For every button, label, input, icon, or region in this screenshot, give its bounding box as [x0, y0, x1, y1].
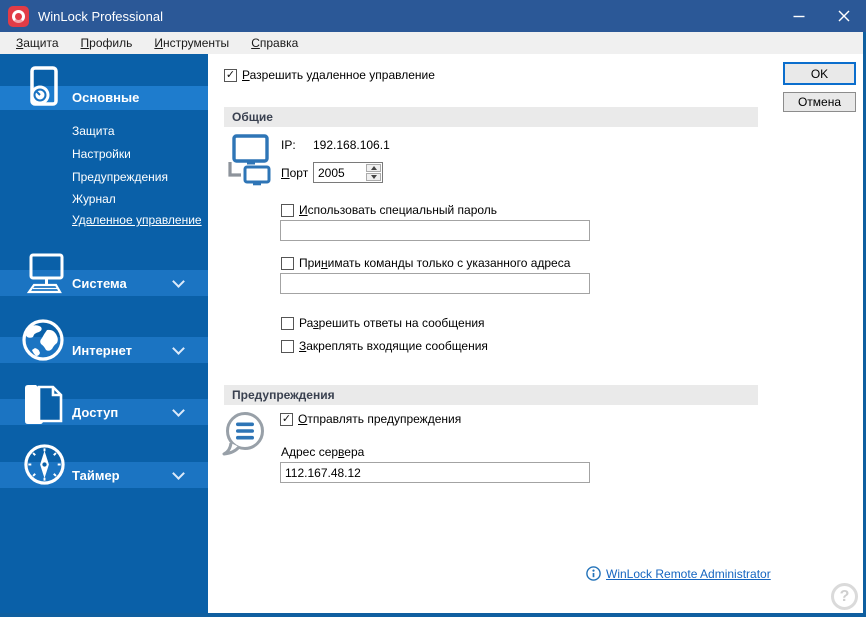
checkbox-box[interactable]	[281, 256, 294, 270]
checkbox-box[interactable]	[281, 339, 294, 353]
special-password-input[interactable]	[280, 220, 590, 241]
network-computers-icon	[228, 134, 271, 186]
speech-bubble-icon	[222, 412, 264, 456]
sidebar-section-system-label: Система	[72, 276, 127, 291]
checkbox-box[interactable]	[280, 412, 293, 426]
sidebar-item-protection[interactable]: Защита	[72, 124, 115, 139]
window-title: WinLock Professional	[38, 8, 163, 24]
send-warnings-checkbox[interactable]: Отправлять предупреждения	[280, 412, 461, 426]
help-icon[interactable]: ?	[831, 583, 858, 610]
remote-control-panel: Разрешить удаленное управление Общие IP:…	[208, 54, 863, 613]
menu-help[interactable]: Справка	[240, 32, 309, 54]
chevron-down-icon	[172, 404, 185, 417]
sidebar-item-warnings[interactable]: Предупреждения	[72, 170, 168, 185]
app-logo-icon	[8, 5, 29, 27]
menubar: Защита Профиль Инструменты Справка	[0, 32, 866, 54]
allow-remote-control-checkbox[interactable]: Разрешить удаленное управление	[224, 68, 435, 82]
folder-document-icon	[25, 385, 63, 424]
chevron-down-icon	[172, 275, 185, 288]
ip-value: 192.168.106.1	[313, 138, 390, 152]
cancel-button[interactable]: Отмена	[783, 92, 856, 112]
special-password-checkbox[interactable]: Использовать специальный пароль	[281, 203, 497, 217]
menu-tools[interactable]: Инструменты	[143, 32, 240, 54]
monitor-icon	[26, 253, 64, 294]
checkbox-box[interactable]	[281, 203, 294, 217]
menu-protection[interactable]: Защита	[5, 32, 70, 54]
info-icon	[586, 566, 601, 581]
ok-button[interactable]: OK	[783, 62, 856, 85]
port-label: Порт	[281, 166, 309, 180]
server-address-input[interactable]	[280, 462, 590, 483]
sidebar-item-remote-control[interactable]: Удаленное управление	[72, 213, 202, 228]
sidebar-section-timer-label: Таймер	[72, 468, 120, 483]
footer-link-row: WinLock Remote Administrator	[586, 566, 771, 581]
window-border-bottom	[0, 613, 866, 617]
port-spinner-up[interactable]	[366, 164, 381, 172]
ip-label: IP:	[281, 138, 296, 152]
pin-messages-checkbox[interactable]: Закреплять входящие сообщения	[281, 339, 488, 353]
globe-icon	[22, 319, 64, 361]
arrow-up-icon	[370, 166, 377, 170]
compass-icon	[24, 444, 65, 485]
close-icon	[838, 10, 849, 22]
vault-icon	[30, 66, 58, 106]
sidebar: Основные Защита Настройки Предупреждения…	[0, 54, 208, 613]
close-button[interactable]	[821, 0, 866, 32]
port-spinner[interactable]	[313, 162, 383, 183]
chevron-down-icon	[172, 467, 185, 480]
menu-profile[interactable]: Профиль	[70, 32, 144, 54]
sidebar-section-access-label: Доступ	[72, 405, 119, 420]
arrow-down-icon	[370, 175, 377, 179]
sidebar-section-general-label: Основные	[72, 90, 140, 105]
port-spinner-down[interactable]	[366, 173, 381, 181]
titlebar: WinLock Professional	[0, 0, 866, 32]
accept-address-checkbox[interactable]: Принимать команды только с указанного ад…	[281, 256, 570, 270]
group-header-general: Общие	[224, 107, 758, 127]
minimize-button[interactable]	[776, 0, 821, 32]
winlock-remote-administrator-link[interactable]: WinLock Remote Administrator	[606, 567, 771, 581]
chevron-down-icon	[172, 342, 185, 355]
group-header-warnings: Предупреждения	[224, 385, 758, 405]
checkbox-box[interactable]	[281, 316, 294, 330]
sidebar-section-internet-label: Интернет	[72, 343, 133, 358]
allow-replies-checkbox[interactable]: Разрешить ответы на сообщения	[281, 316, 485, 330]
checkbox-box[interactable]	[224, 68, 237, 82]
server-address-label: Адрес сервера	[281, 445, 365, 459]
accept-address-input[interactable]	[280, 273, 590, 294]
minimize-icon	[793, 15, 804, 18]
sidebar-item-log[interactable]: Журнал	[72, 192, 116, 207]
sidebar-item-settings[interactable]: Настройки	[72, 147, 131, 162]
port-input[interactable]	[314, 163, 365, 182]
